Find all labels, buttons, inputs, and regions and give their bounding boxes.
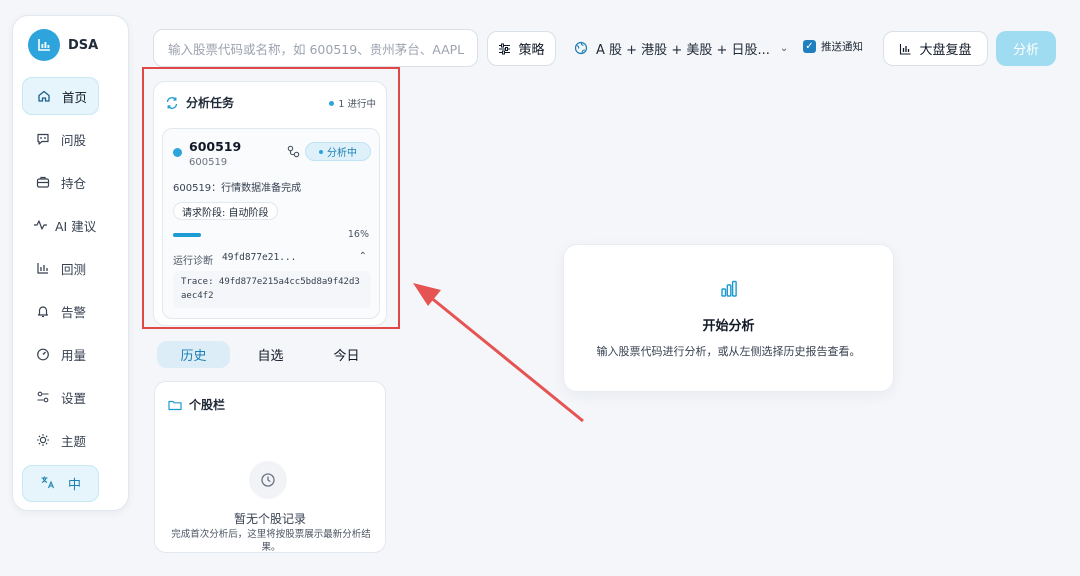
brand-name: DSA: [68, 37, 99, 53]
gauge-icon: [35, 346, 51, 362]
sidebar-item-usage[interactable]: 用量: [22, 335, 99, 373]
market-review-label: 大盘复盘: [919, 43, 972, 58]
start-analysis-card: 开始分析 输入股票代码进行分析，或从左侧选择历史报告查看。: [563, 244, 894, 392]
stock-panel-title: 个股栏: [189, 398, 226, 412]
start-description: 输入股票代码进行分析，或从左侧选择历史报告查看。: [596, 345, 861, 358]
briefcase-icon: [35, 174, 51, 190]
start-title: 开始分析: [702, 319, 755, 334]
sidebar-item-label: 设置: [61, 390, 87, 406]
sidebar: DSA 首页 问股 持仓 AI 建议 回测 告警 用量 设置 主题 中: [12, 15, 129, 511]
bar-chart-icon: [899, 43, 912, 55]
sidebar-item-theme[interactable]: 主题: [22, 421, 99, 459]
brand-logo-icon: [28, 29, 60, 61]
empty-title: 暂无个股记录: [233, 512, 306, 526]
chevron-down-icon: ⌄: [779, 42, 789, 54]
analyze-label: 分析: [1012, 43, 1039, 58]
sun-icon: [35, 432, 51, 448]
sidebar-item-alerts[interactable]: 告警: [22, 292, 99, 330]
tab-watchlist[interactable]: 自选: [234, 341, 307, 368]
notify-label: 推送通知: [821, 41, 863, 53]
strategy-label: 策略: [518, 43, 545, 58]
sidebar-item-label: 告警: [61, 304, 87, 320]
folder-icon: [168, 399, 182, 411]
strategy-button[interactable]: 策略: [487, 31, 556, 66]
tab-today[interactable]: 今日: [310, 341, 383, 368]
sidebar-item-label: 问股: [61, 132, 87, 148]
sidebar-item-label: 回测: [61, 261, 87, 277]
bar-chart-icon: [35, 260, 51, 276]
analytics-icon: [719, 279, 739, 299]
market-review-button[interactable]: 大盘复盘: [883, 31, 988, 66]
history-tabs: 历史 自选 今日: [157, 341, 383, 369]
search-input[interactable]: 输入股票代码或名称，如 600519、贵州茅台、AAPL: [153, 29, 478, 67]
translate-icon: [40, 475, 56, 493]
clock-icon: [249, 461, 287, 499]
sliders-icon: [498, 43, 511, 55]
checkbox-checked-icon: ✓: [803, 40, 816, 53]
tab-label: 历史: [180, 349, 207, 364]
sidebar-item-label: 持仓: [61, 175, 87, 191]
analyze-button[interactable]: 分析: [996, 31, 1056, 66]
tab-label: 今日: [333, 349, 360, 364]
search-placeholder: 输入股票代码或名称，如 600519、贵州茅台、AAPL: [168, 41, 465, 57]
pulse-icon: [32, 217, 48, 233]
sidebar-item-ask[interactable]: 问股: [22, 120, 99, 158]
chat-icon: [35, 131, 51, 147]
sidebar-item-label: 主题: [61, 433, 87, 449]
market-select[interactable]: A 股 + 港股 + 美股 + 日股... ⌄: [566, 31, 788, 65]
sidebar-item-settings[interactable]: 设置: [22, 378, 99, 416]
sidebar-item-backtest[interactable]: 回测: [22, 249, 99, 287]
sidebar-item-label: 用量: [61, 347, 87, 363]
empty-description: 完成首次分析后，这里将按股票展示最新分析结果。: [171, 529, 371, 553]
globe-icon: [574, 41, 588, 55]
settings-icon: [35, 389, 51, 405]
language-toggle-button[interactable]: 中: [22, 465, 99, 502]
home-icon: [36, 88, 52, 104]
notify-checkbox[interactable]: ✓ 推送通知: [803, 39, 863, 54]
sidebar-item-holdings[interactable]: 持仓: [22, 163, 99, 201]
market-select-value: A 股 + 港股 + 美股 + 日股...: [596, 42, 770, 58]
bell-icon: [35, 303, 51, 319]
sidebar-item-home[interactable]: 首页: [22, 77, 99, 115]
stock-panel: 个股栏 暂无个股记录 完成首次分析后，这里将按股票展示最新分析结果。: [154, 381, 386, 553]
sidebar-item-ai-advice[interactable]: AI 建议: [22, 206, 99, 244]
highlight-box: [142, 67, 400, 329]
stock-panel-header: 个股栏: [168, 396, 225, 413]
language-label: 中: [67, 478, 81, 493]
tab-history[interactable]: 历史: [157, 341, 230, 368]
sidebar-item-label: 首页: [62, 89, 88, 105]
tab-label: 自选: [257, 349, 284, 364]
brand[interactable]: DSA: [28, 29, 98, 61]
sidebar-item-label: AI 建议: [55, 218, 97, 234]
